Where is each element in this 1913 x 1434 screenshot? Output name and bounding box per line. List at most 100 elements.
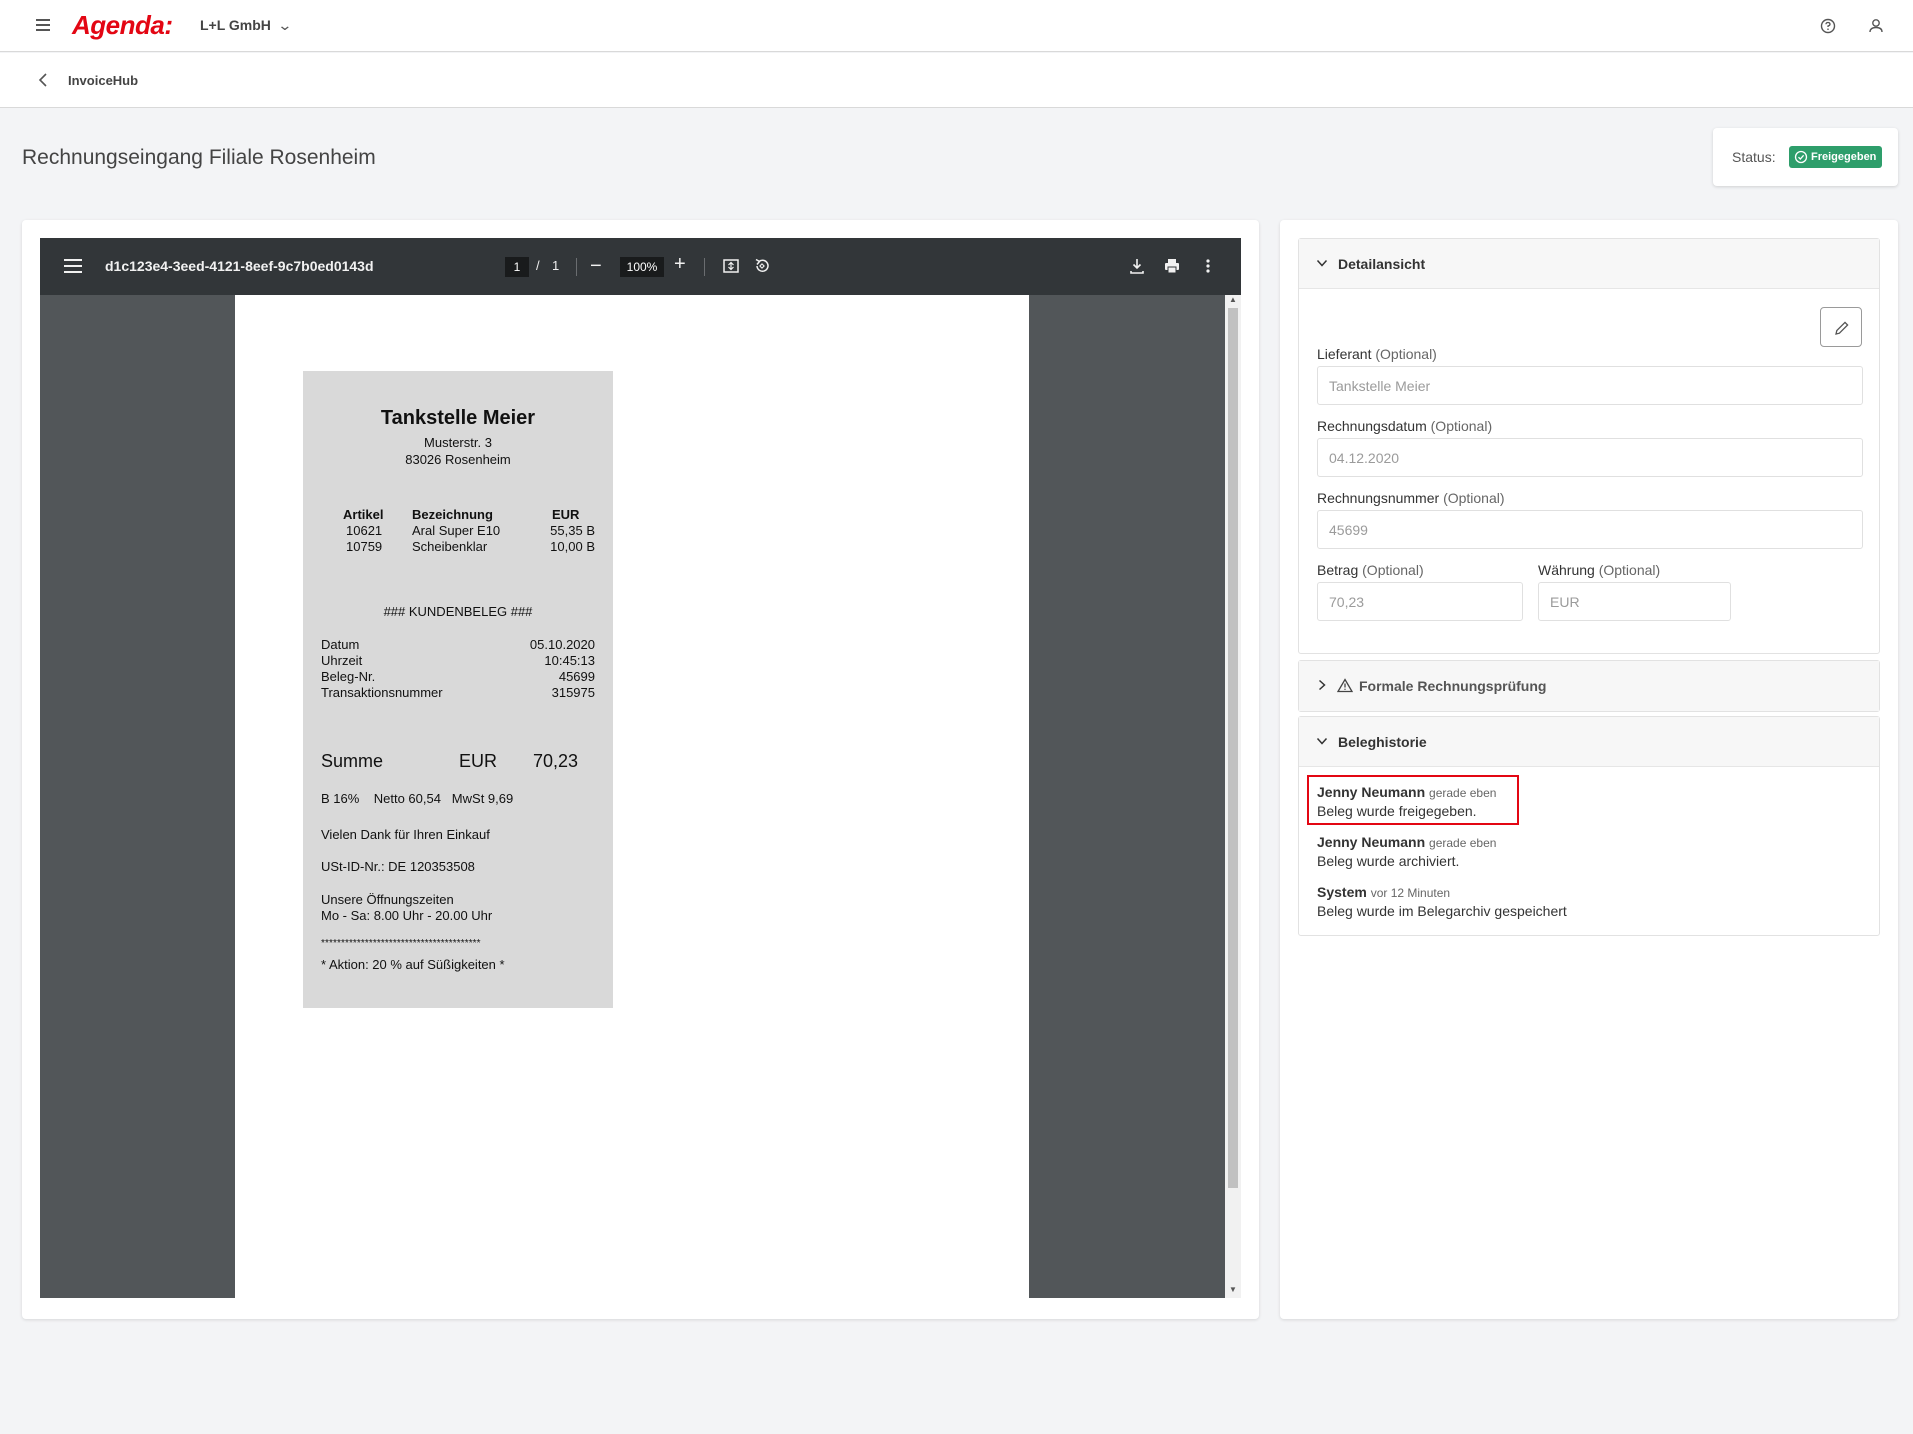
page-total: 1 <box>552 258 560 273</box>
receipt-sum-label: Summe <box>321 751 384 771</box>
status-badge: Freigegeben <box>1789 146 1883 168</box>
back-arrow-icon[interactable] <box>34 70 54 90</box>
receipt-col-artikel: Artikel <box>343 507 384 522</box>
company-name: L+L GmbH <box>200 17 271 33</box>
history-author-name: Jenny Neumann <box>1317 784 1426 800</box>
page-number-input[interactable]: 1 <box>505 257 529 277</box>
pdf-page: Tankstelle Meier Musterstr. 3 83026 Rose… <box>235 295 1029 1298</box>
history-entry-author: System vor 12 Minuten <box>1317 884 1450 900</box>
receipt-meta-label: Uhrzeit <box>321 653 363 668</box>
scroll-up-arrow-icon[interactable]: ▲ <box>1229 295 1237 304</box>
receipt-store-name: Tankstelle Meier <box>380 407 536 429</box>
pruefung-section-title: Formale Rechnungsprüfung <box>1359 678 1547 694</box>
receipt-street: Musterstr. 3 <box>424 435 492 450</box>
receipt-sum-value: 70,23 <box>533 751 579 771</box>
rechnungsnummer-field[interactable]: 45699 <box>1317 510 1863 549</box>
edit-button[interactable] <box>1820 307 1862 347</box>
optional-hint: (Optional) <box>1598 562 1661 578</box>
optional-hint: (Optional) <box>1443 490 1505 506</box>
company-selector[interactable]: L+L GmbH ⌄ <box>200 17 292 34</box>
check-circle-icon <box>1794 150 1808 164</box>
help-icon[interactable] <box>1818 16 1838 36</box>
receipt-item-artikel: 10621 <box>346 523 383 538</box>
rechnungsdatum-label-text: Rechnungsdatum <box>1317 418 1427 434</box>
pdf-canvas[interactable]: Tankstelle Meier Musterstr. 3 83026 Rose… <box>40 295 1241 1298</box>
history-author-name: Jenny Neumann <box>1317 834 1426 850</box>
receipt-city: 83026 Rosenheim <box>405 452 511 467</box>
page-separator: / <box>536 258 540 273</box>
warning-icon <box>1337 678 1353 693</box>
receipt-sum-currency: EUR <box>459 751 498 771</box>
receipt-item-eur: 10,00 B <box>550 539 595 554</box>
history-entry-author: Jenny Neumann gerade eben <box>1317 784 1496 800</box>
detail-section-header[interactable]: Detailansicht <box>1299 239 1879 289</box>
history-entry-message: Beleg wurde freigegeben. <box>1317 803 1477 819</box>
history-timestamp: gerade eben <box>1429 836 1497 850</box>
history-entry-author: Jenny Neumann gerade eben <box>1317 834 1496 850</box>
receipt-image: Tankstelle Meier Musterstr. 3 83026 Rose… <box>303 371 613 1008</box>
betrag-label: Betrag (Optional) <box>1317 562 1424 578</box>
pdf-toolbar: d1c123e4-3eed-4121-8eef-9c7b0ed0143d 1 /… <box>40 238 1241 295</box>
zoom-out-button[interactable]: − <box>590 255 602 278</box>
zoom-input[interactable]: 100% <box>620 257 664 277</box>
detail-panel: Detailansicht Lieferant (Optional) Tanks… <box>1280 220 1898 1319</box>
receipt-vat-id: USt-ID-Nr.: DE 120353508 <box>321 859 475 874</box>
app-logo[interactable]: Agenda: <box>72 10 173 41</box>
toolbar-divider <box>704 258 705 276</box>
fit-to-page-icon[interactable] <box>721 256 741 276</box>
receipt-meta-value: 05.10.2020 <box>529 637 595 652</box>
receipt-col-eur: EUR <box>552 507 580 522</box>
receipt-item-artikel: 10759 <box>346 539 383 554</box>
rechnungsdatum-field[interactable]: 04.12.2020 <box>1317 438 1863 477</box>
waehrung-field[interactable]: EUR <box>1538 582 1731 621</box>
history-timestamp: gerade eben <box>1429 786 1497 800</box>
status-badge-text: Freigegeben <box>1811 151 1877 163</box>
optional-hint: (Optional) <box>1375 346 1437 362</box>
pruefung-section: Formale Rechnungsprüfung <box>1298 660 1880 712</box>
receipt-hours-title: Unsere Öffnungszeiten <box>321 892 454 907</box>
rechnungsdatum-label: Rechnungsdatum (Optional) <box>1317 418 1492 434</box>
receipt-thanks: Vielen Dank für Ihren Einkauf <box>321 827 490 842</box>
pdf-viewer-card: d1c123e4-3eed-4121-8eef-9c7b0ed0143d 1 /… <box>22 220 1259 1319</box>
betrag-field[interactable]: 70,23 <box>1317 582 1523 621</box>
historie-section-title: Beleghistorie <box>1338 734 1427 750</box>
receipt-meta-value: 315975 <box>551 685 595 700</box>
historie-section-header[interactable]: Beleghistorie <box>1299 717 1879 767</box>
receipt-promo: * Aktion: 20 % auf Süßigkeiten * <box>321 957 505 972</box>
user-icon[interactable] <box>1866 16 1886 36</box>
pruefung-section-header[interactable]: Formale Rechnungsprüfung <box>1299 661 1879 711</box>
optional-hint: (Optional) <box>1362 562 1424 578</box>
breadcrumb: InvoiceHub <box>0 53 1913 108</box>
rotate-icon[interactable] <box>752 256 772 276</box>
receipt-tax-line: B 16% Netto 60,54 MwSt 9,69 <box>321 791 514 806</box>
detail-section: Detailansicht Lieferant (Optional) Tanks… <box>1298 238 1880 654</box>
chevron-down-icon <box>1316 259 1328 267</box>
download-icon[interactable] <box>1127 256 1147 276</box>
betrag-label-text: Betrag <box>1317 562 1359 578</box>
toolbar-divider <box>576 258 577 276</box>
chevron-down-icon <box>1316 737 1328 745</box>
receipt-col-bezeichnung: Bezeichnung <box>412 507 493 522</box>
waehrung-label-text: Währung <box>1538 562 1595 578</box>
breadcrumb-invoicehub[interactable]: InvoiceHub <box>68 73 138 88</box>
scroll-down-arrow-icon[interactable]: ▼ <box>1229 1285 1237 1294</box>
menu-icon[interactable] <box>32 16 54 36</box>
scrollbar-thumb[interactable] <box>1228 308 1238 1188</box>
pdf-menu-icon[interactable] <box>64 259 82 275</box>
receipt-meta-label: Beleg-Nr. <box>321 669 376 684</box>
pencil-icon <box>1835 321 1849 335</box>
waehrung-label: Währung (Optional) <box>1538 562 1660 578</box>
print-icon[interactable] <box>1162 256 1182 276</box>
status-card: Status: Freigegeben <box>1713 128 1898 186</box>
history-timestamp: vor 12 Minuten <box>1370 886 1451 900</box>
pdf-filename: d1c123e4-3eed-4121-8eef-9c7b0ed0143d <box>105 258 374 274</box>
more-vertical-icon[interactable] <box>1198 256 1218 276</box>
detail-section-title: Detailansicht <box>1338 256 1426 272</box>
zoom-in-button[interactable]: + <box>674 253 686 276</box>
page-title: Rechnungseingang Filiale Rosenheim <box>22 146 376 169</box>
pdf-scrollbar[interactable]: ▲ ▼ <box>1225 295 1241 1298</box>
lieferant-label: Lieferant (Optional) <box>1317 346 1437 362</box>
receipt-meta-label: Transaktionsnummer <box>321 685 443 700</box>
receipt-kundenbeleg: ### KUNDENBELEG ### <box>383 604 533 619</box>
lieferant-field[interactable]: Tankstelle Meier <box>1317 366 1863 405</box>
